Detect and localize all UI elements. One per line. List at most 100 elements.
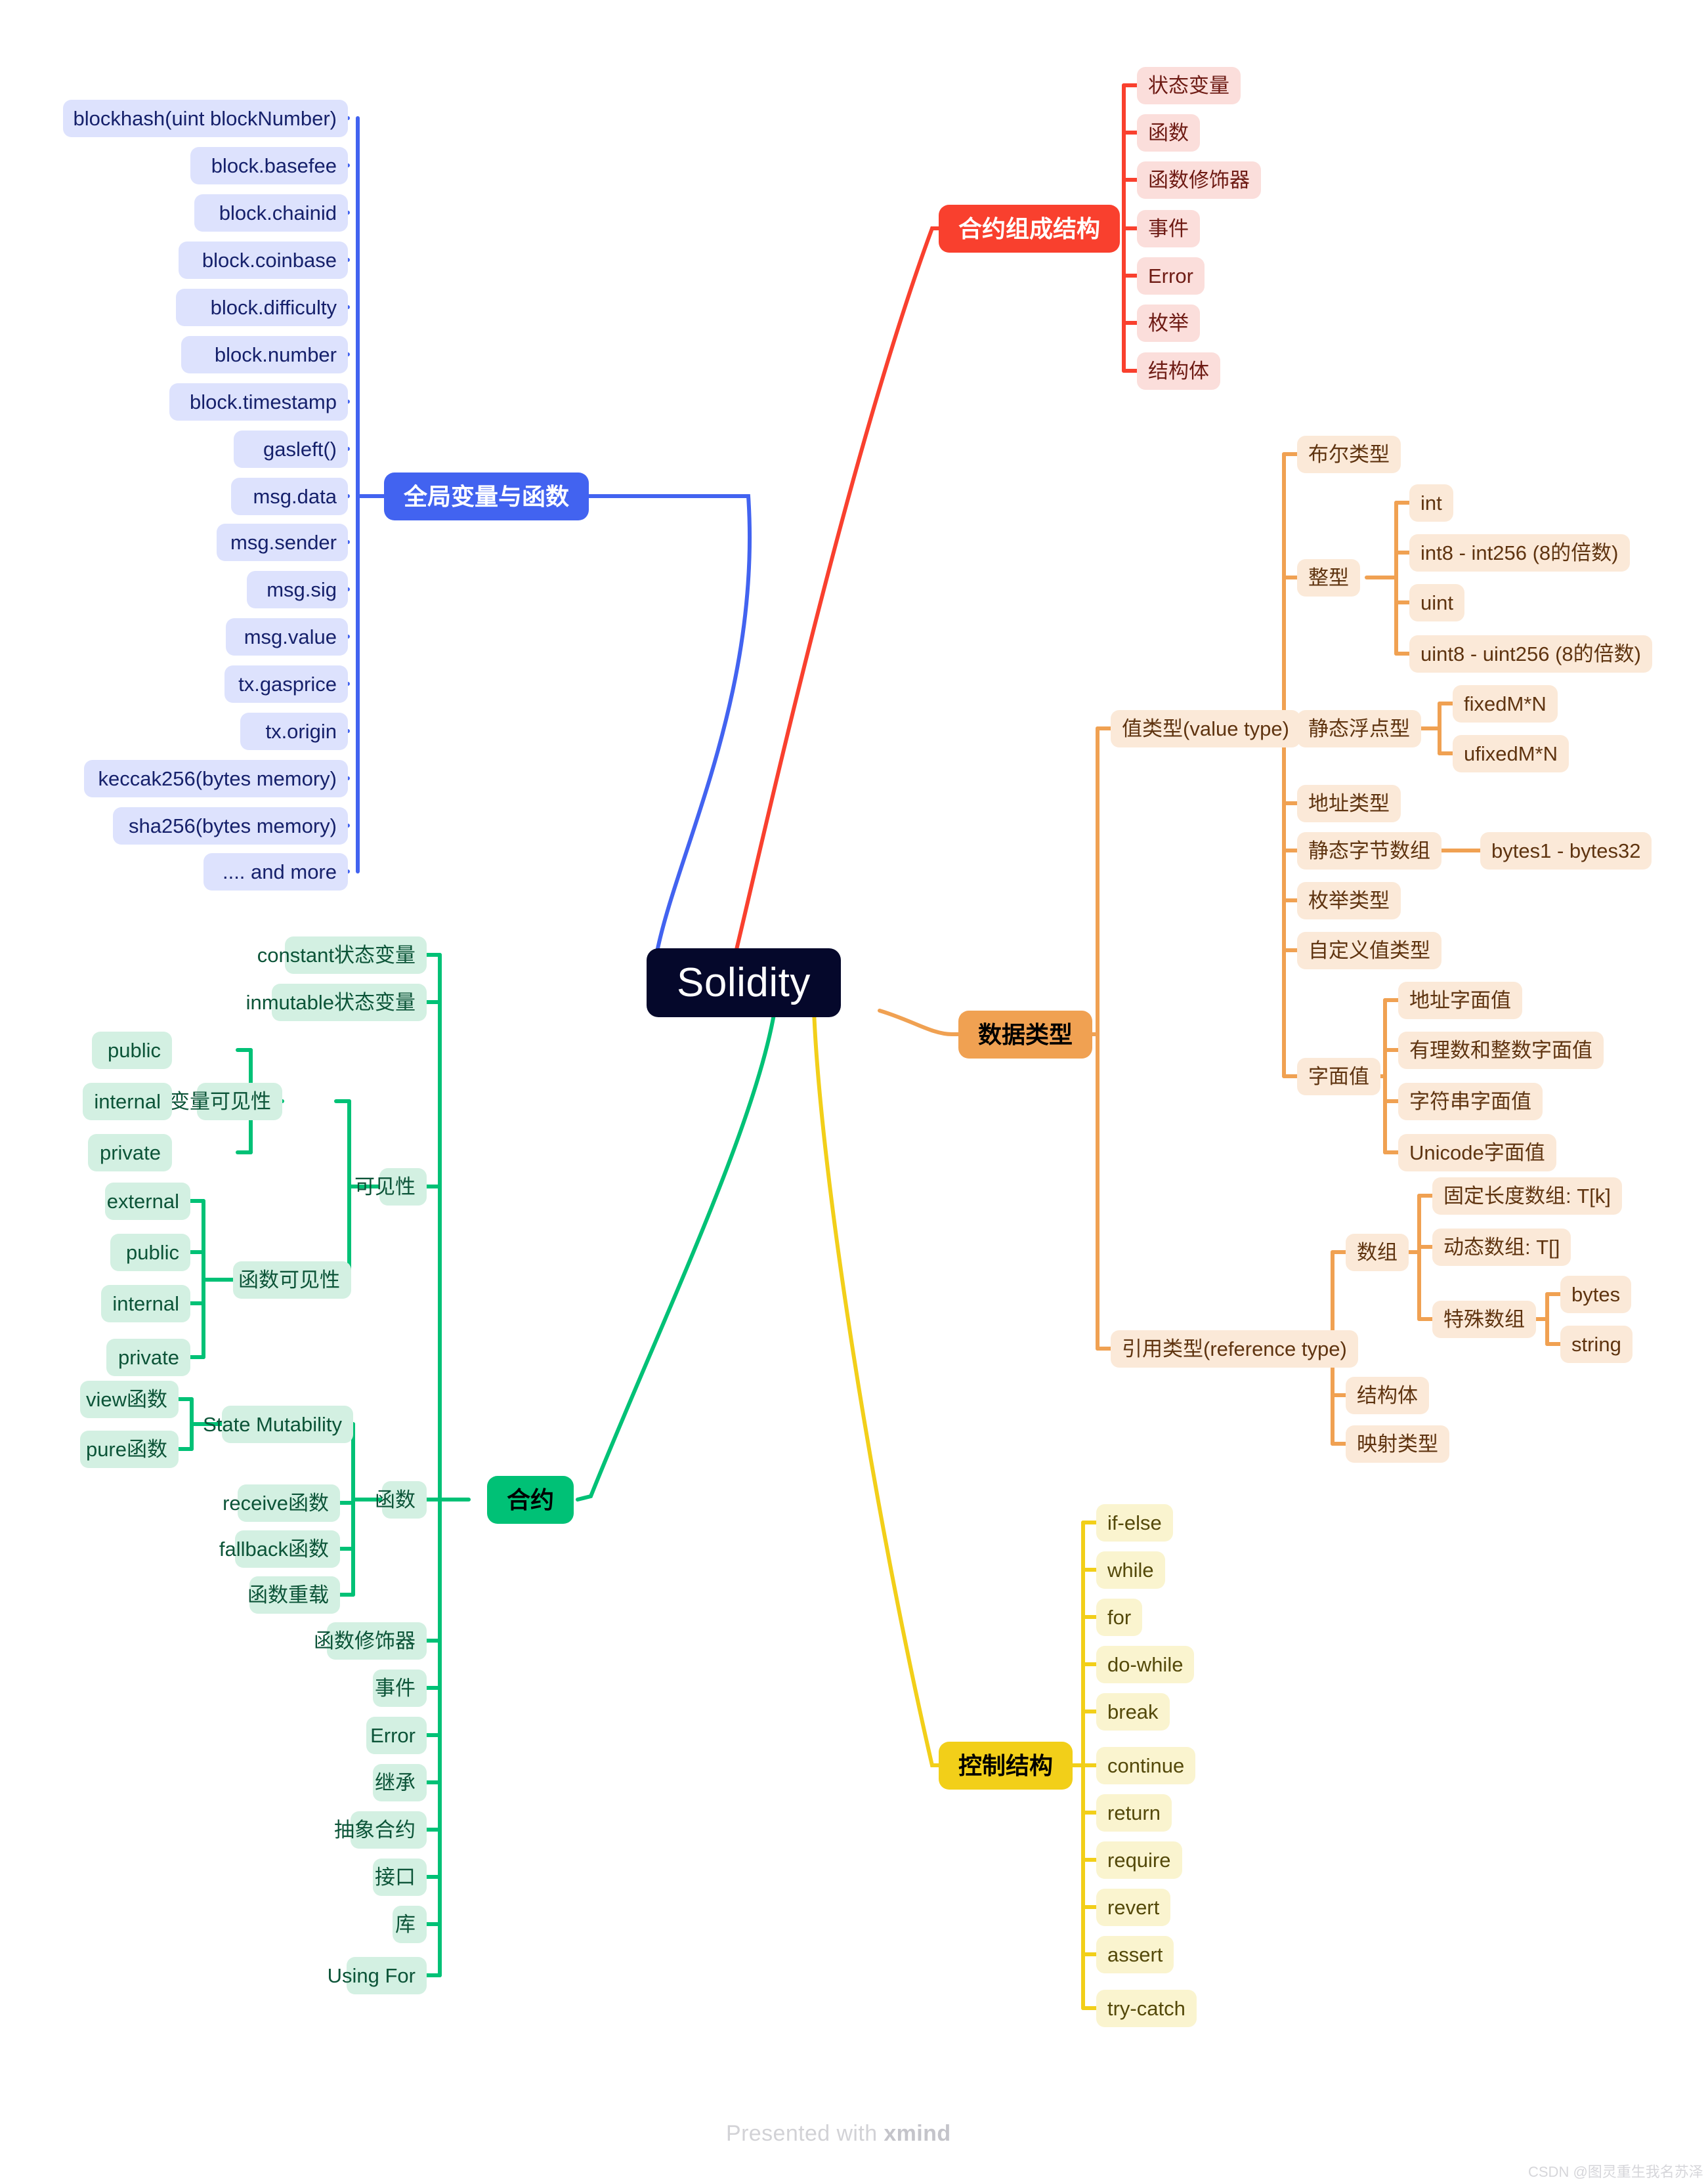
leaf-control-5[interactable]: continue [1096,1747,1196,1784]
leaf-receive-function[interactable]: receive函数 [223,1484,340,1522]
node-value-address[interactable]: 地址类型 [1297,785,1401,822]
node-ref-struct[interactable]: 结构体 [1346,1377,1429,1414]
node-array-special[interactable]: 特殊数组 [1432,1301,1536,1338]
leaf-global-9[interactable]: msg.sender [217,524,348,561]
node-value-bool[interactable]: 布尔类型 [1297,436,1401,473]
leaf-fixed-1[interactable]: ufixedM*N [1453,735,1569,772]
leaf-structure-1[interactable]: 函数 [1137,114,1200,152]
node-value-literal[interactable]: 字面值 [1297,1058,1380,1095]
leaf-structure-6[interactable]: 结构体 [1137,352,1220,390]
leaf-state-var-constant[interactable]: constant状态变量 [257,936,427,974]
leaf-global-2[interactable]: block.chainid [194,194,348,232]
leaf-global-8[interactable]: msg.data [231,478,348,515]
leaf-contract-modifier[interactable]: 函数修饰器 [314,1622,427,1660]
leaf-integer-3[interactable]: uint8 - uint256 (8的倍数) [1409,635,1652,673]
leaf-control-7[interactable]: require [1096,1841,1182,1879]
node-value-fixed-point[interactable]: 静态浮点型 [1297,710,1421,747]
leaf-global-16[interactable]: .... and more [203,853,348,891]
leaf-control-10[interactable]: try-catch [1096,1990,1197,2027]
mindmap-canvas: Solidity 全局变量与函数 blockhash(uint blockNum… [0,0,1708,2184]
leaf-array-fixed[interactable]: 固定长度数组: T[k] [1432,1177,1622,1215]
branch-node-control-structure[interactable]: 控制结构 [939,1742,1073,1790]
leaf-contract-abstract[interactable]: 抽象合约 [334,1811,427,1849]
node-value-enum[interactable]: 枚举类型 [1297,882,1401,919]
leaf-literal-2[interactable]: 字符串字面值 [1398,1083,1543,1120]
leaf-global-6[interactable]: block.timestamp [169,383,348,421]
leaf-special-bytes[interactable]: bytes [1560,1276,1632,1313]
leaf-fallback-function[interactable]: fallback函数 [219,1530,340,1568]
leaf-integer-1[interactable]: int8 - int256 (8的倍数) [1409,534,1630,572]
branch-node-contract[interactable]: 合约 [487,1476,574,1524]
leaf-function-overload[interactable]: 函数重载 [247,1576,340,1614]
leaf-funcvis-internal[interactable]: internal [101,1285,190,1322]
node-ref-mapping[interactable]: 映射类型 [1346,1425,1449,1463]
leaf-global-11[interactable]: msg.value [226,618,348,656]
leaf-structure-0[interactable]: 状态变量 [1137,67,1241,104]
leaf-funcvis-external[interactable]: external [105,1183,190,1220]
leaf-statevis-internal[interactable]: internal [83,1083,172,1120]
leaf-state-var-immutable[interactable]: inmutable状态变量 [246,984,427,1021]
xmind-prefix-text: Presented with [726,2121,884,2146]
leaf-control-3[interactable]: do-while [1096,1646,1195,1683]
node-ref-array[interactable]: 数组 [1346,1234,1409,1271]
leaf-literal-3[interactable]: Unicode字面值 [1398,1134,1556,1171]
leaf-structure-2[interactable]: 函数修饰器 [1137,161,1261,199]
leaf-structure-4[interactable]: Error [1137,257,1205,295]
node-visibility[interactable]: 可见性 [354,1168,427,1206]
leaf-global-7[interactable]: gasleft() [234,430,348,468]
leaf-global-5[interactable]: block.number [181,336,348,373]
leaf-control-2[interactable]: for [1096,1599,1143,1636]
leaf-control-1[interactable]: while [1096,1551,1165,1589]
leaf-statevis-public[interactable]: public [92,1032,172,1069]
leaf-funcvis-private[interactable]: private [106,1339,190,1376]
leaf-static-bytes-range[interactable]: bytes1 - bytes32 [1480,832,1652,870]
node-value-integer[interactable]: 整型 [1297,559,1360,597]
leaf-global-14[interactable]: keccak256(bytes memory) [84,760,348,797]
leaf-contract-interface[interactable]: 接口 [373,1858,427,1896]
leaf-control-8[interactable]: revert [1096,1889,1171,1926]
leaf-array-dynamic[interactable]: 动态数组: T[] [1432,1228,1571,1266]
leaf-control-0[interactable]: if-else [1096,1504,1173,1542]
branch-node-global-variables[interactable]: 全局变量与函数 [384,472,589,520]
leaf-control-4[interactable]: break [1096,1693,1170,1731]
leaf-contract-event[interactable]: 事件 [373,1670,427,1707]
leaf-structure-3[interactable]: 事件 [1137,210,1200,247]
node-state-var-visibility[interactable]: 状态变量可见性 [129,1083,282,1120]
leaf-global-12[interactable]: tx.gasprice [224,665,348,703]
leaf-global-3[interactable]: block.coinbase [179,242,348,279]
leaf-global-15[interactable]: sha256(bytes memory) [113,807,348,845]
leaf-control-9[interactable]: assert [1096,1936,1174,1973]
leaf-literal-1[interactable]: 有理数和整数字面值 [1398,1032,1604,1069]
leaf-contract-using-for[interactable]: Using For [328,1957,427,1994]
leaf-global-4[interactable]: block.difficulty [176,289,348,326]
branch-node-data-types[interactable]: 数据类型 [958,1011,1093,1059]
root-node-solidity[interactable]: Solidity [647,948,841,1017]
node-function[interactable]: 函数 [375,1481,427,1519]
node-state-mutability[interactable]: State Mutability [203,1406,353,1443]
leaf-fixed-0[interactable]: fixedM*N [1453,685,1558,723]
node-value-static-bytes[interactable]: 静态字节数组 [1297,832,1441,870]
xmind-watermark: Presented with xmind [726,2121,950,2147]
leaf-contract-inheritance[interactable]: 继承 [373,1764,427,1801]
node-value-type[interactable]: 值类型(value type) [1111,710,1300,747]
leaf-global-1[interactable]: block.basefee [190,147,348,184]
leaf-contract-error[interactable]: Error [366,1717,427,1754]
node-reference-type[interactable]: 引用类型(reference type) [1111,1330,1358,1368]
leaf-view-function[interactable]: view函数 [80,1381,179,1418]
leaf-integer-0[interactable]: int [1409,484,1453,522]
leaf-global-13[interactable]: tx.origin [240,713,348,750]
branch-node-contract-structure[interactable]: 合约组成结构 [939,205,1121,253]
leaf-contract-library[interactable]: 库 [393,1906,427,1943]
leaf-pure-function[interactable]: pure函数 [80,1431,179,1468]
leaf-special-string[interactable]: string [1560,1326,1633,1363]
leaf-literal-0[interactable]: 地址字面值 [1398,982,1522,1019]
leaf-structure-5[interactable]: 枚举 [1137,304,1200,342]
leaf-statevis-private[interactable]: private [88,1134,172,1171]
node-function-visibility[interactable]: 函数可见性 [233,1261,351,1299]
leaf-global-0[interactable]: blockhash(uint blockNumber) [63,100,348,137]
leaf-funcvis-public[interactable]: public [110,1234,190,1271]
node-value-user-defined[interactable]: 自定义值类型 [1297,932,1441,969]
leaf-integer-2[interactable]: uint [1409,584,1464,621]
leaf-control-6[interactable]: return [1096,1794,1172,1832]
leaf-global-10[interactable]: msg.sig [247,571,348,608]
